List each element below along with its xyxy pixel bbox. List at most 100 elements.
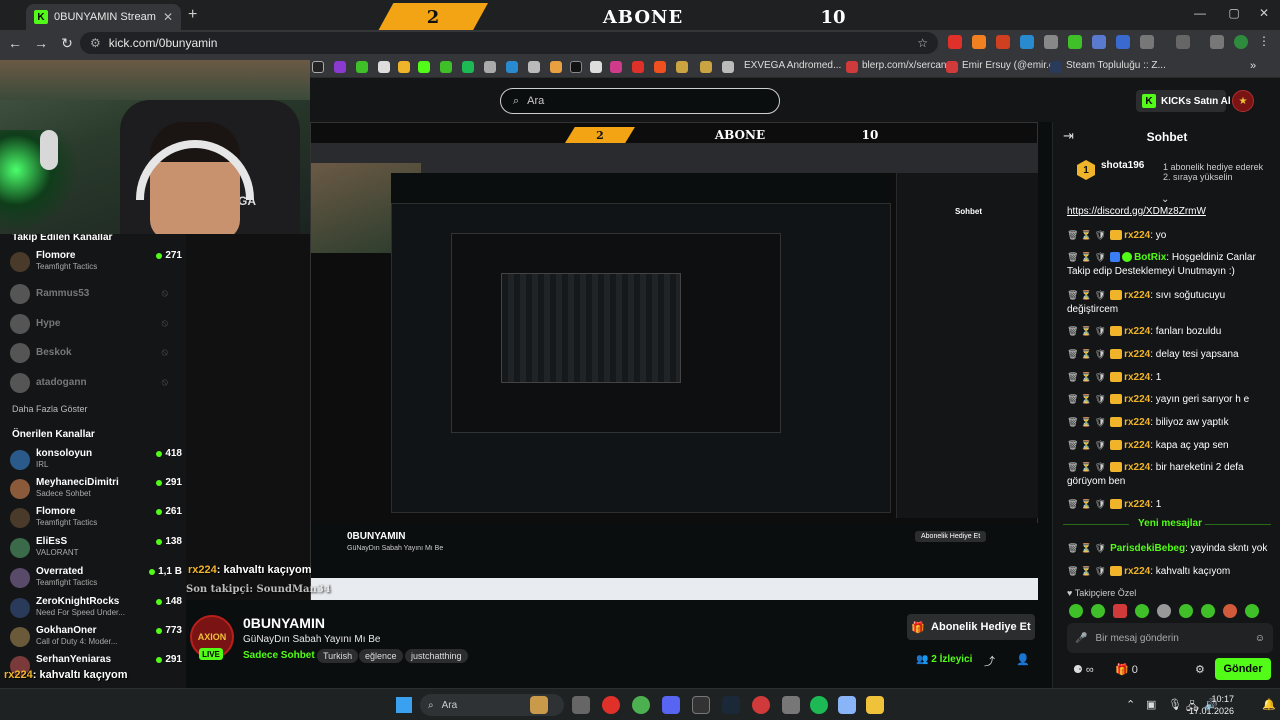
taskbar-app-icon[interactable] bbox=[752, 696, 770, 714]
sidebar-recommended-zeroknightrocks[interactable]: ZeroKnightRocks Need For Speed Under... … bbox=[10, 596, 182, 624]
bookmark-icon[interactable] bbox=[484, 61, 496, 73]
tray-chevron-icon[interactable]: ⌃ bbox=[1126, 698, 1135, 711]
bookmark-icon[interactable] bbox=[506, 61, 518, 73]
show-more-link[interactable]: Daha Fazla Göster bbox=[12, 404, 88, 414]
browser-tab[interactable]: K 0BUNYAMIN Stream - Watch Li... ✕ bbox=[26, 4, 181, 30]
sidebar-followed-rammus53[interactable]: Rammus53 ⦸ bbox=[10, 282, 182, 310]
sidebar-followed-beskok[interactable]: Beskok ⦸ bbox=[10, 341, 182, 369]
tab-close-icon[interactable]: ✕ bbox=[163, 10, 173, 24]
share-icon[interactable]: ⤴ bbox=[984, 653, 995, 669]
sidebar-followed-hype[interactable]: Hype ⦸ bbox=[10, 312, 182, 340]
sidebar-recommended-flomore[interactable]: Flomore Teamfight Tactics 261 bbox=[10, 506, 182, 534]
folder-icon[interactable] bbox=[700, 61, 712, 73]
back-icon[interactable]: ← bbox=[2, 35, 28, 51]
bookmark-emir[interactable]: Emir Ersuy (@emir.e... bbox=[962, 60, 1063, 71]
chat-settings-icon[interactable]: ⚙ bbox=[1195, 663, 1205, 676]
microphone-icon[interactable]: 🎙 bbox=[1168, 698, 1182, 711]
gift-count[interactable]: 🎁 0 bbox=[1115, 663, 1138, 676]
window-close-button[interactable]: ✕ bbox=[1244, 6, 1280, 20]
extension-icon[interactable] bbox=[996, 35, 1010, 49]
send-button[interactable]: Gönder bbox=[1215, 658, 1271, 680]
tag-turkish[interactable]: Turkish bbox=[317, 649, 359, 663]
url-bar[interactable]: ⚙ kick.com/0bunyamin ☆ bbox=[80, 32, 938, 54]
site-info-icon[interactable]: ⚙ bbox=[90, 36, 101, 50]
bookmark-star-icon[interactable]: ☆ bbox=[917, 36, 928, 50]
bookmark-icon[interactable] bbox=[550, 61, 562, 73]
emote-icon[interactable] bbox=[1157, 604, 1171, 618]
x-bookmark-icon[interactable] bbox=[312, 61, 324, 73]
youtube-bookmark-icon[interactable] bbox=[632, 61, 644, 73]
tag-eglence[interactable]: eğlence bbox=[359, 649, 403, 663]
tiktok-bookmark-icon[interactable] bbox=[570, 61, 582, 73]
stream-category[interactable]: Sadece Sohbet bbox=[243, 650, 315, 661]
epic-games-icon[interactable] bbox=[692, 696, 710, 714]
extension-icon[interactable] bbox=[1092, 35, 1106, 49]
new-tab-button[interactable]: + bbox=[188, 6, 197, 24]
emote-icon[interactable] bbox=[1069, 604, 1083, 618]
reddit-bookmark-icon[interactable] bbox=[654, 61, 666, 73]
steam-icon[interactable] bbox=[722, 696, 740, 714]
profile-avatar-icon[interactable] bbox=[1234, 35, 1248, 49]
bookmark-icon[interactable] bbox=[398, 61, 410, 73]
extension-icon[interactable] bbox=[1116, 35, 1130, 49]
bookmark-icon[interactable] bbox=[356, 61, 368, 73]
forward-icon[interactable]: → bbox=[28, 35, 54, 51]
channel-points[interactable]: ⚈ ∞ bbox=[1073, 663, 1094, 676]
folder-icon[interactable] bbox=[676, 61, 688, 73]
emoji-icon[interactable]: ☺ bbox=[1255, 633, 1265, 644]
pinned-username[interactable]: shota196 bbox=[1101, 160, 1144, 171]
channel-name[interactable]: 0BUNYAMIN bbox=[243, 615, 325, 631]
bookmark-exvega[interactable]: EXVEGA Andromed... bbox=[744, 60, 841, 71]
spotify-icon[interactable] bbox=[810, 696, 828, 714]
chat-input[interactable]: 🎤 Bir mesaj gönderin ☺ bbox=[1067, 623, 1273, 653]
windows-start-icon[interactable] bbox=[396, 697, 412, 713]
extension-icon[interactable] bbox=[1044, 35, 1058, 49]
sidebar-recommended-meyhanecidimitri[interactable]: MeyhaneciDimitri Sadece Sohbet 291 bbox=[10, 477, 182, 505]
extension-icon[interactable] bbox=[1068, 35, 1082, 49]
expand-pinned-icon[interactable]: ⌄ bbox=[1161, 194, 1169, 205]
more-bookmarks-icon[interactable]: » bbox=[1250, 60, 1256, 72]
file-explorer-icon[interactable] bbox=[866, 696, 884, 714]
settings-icon[interactable] bbox=[838, 696, 856, 714]
taskbar-clock[interactable]: 10:17 17.01.2026 bbox=[1189, 693, 1234, 717]
tray-app-icon[interactable]: ▣ bbox=[1146, 698, 1156, 711]
taskbar-app-icon[interactable] bbox=[572, 696, 590, 714]
bookmark-icon[interactable] bbox=[528, 61, 540, 73]
buy-kicks-button[interactable]: K KICKs Satın Al bbox=[1136, 90, 1231, 112]
notifications-icon[interactable]: 🔔 bbox=[1262, 698, 1276, 711]
extension-icon[interactable] bbox=[972, 35, 986, 49]
opera-icon[interactable] bbox=[602, 696, 620, 714]
bookmark-icon[interactable] bbox=[378, 61, 390, 73]
emote-icon[interactable] bbox=[1113, 604, 1127, 618]
emote-icon[interactable] bbox=[1245, 604, 1259, 618]
discord-icon[interactable] bbox=[662, 696, 680, 714]
discord-link[interactable]: https://discord.gg/XDMz8ZrmW bbox=[1067, 206, 1206, 217]
sidebar-recommended-overrated[interactable]: Overrated Teamfight Tactics 1,1 B bbox=[10, 566, 182, 594]
search-input[interactable]: ⌕ Ara bbox=[500, 88, 780, 114]
sidebar-followed-flomore[interactable]: Flomore Teamfight Tactics 271 bbox=[10, 250, 182, 278]
user-avatar[interactable]: ★ bbox=[1232, 90, 1254, 112]
instagram-bookmark-icon[interactable] bbox=[610, 61, 622, 73]
emote-icon[interactable] bbox=[1179, 604, 1193, 618]
bookmark-icon[interactable] bbox=[440, 61, 452, 73]
emote-icon[interactable] bbox=[1091, 604, 1105, 618]
sidebar-recommended-gokhanoner[interactable]: GokhanOner Call of Duty 4: Moder... 773 bbox=[10, 625, 182, 653]
reload-icon[interactable]: ↻ bbox=[54, 35, 80, 52]
extensions-puzzle-icon[interactable] bbox=[1140, 35, 1154, 49]
tag-justchatthing[interactable]: justchatthing bbox=[405, 649, 468, 663]
emote-icon[interactable] bbox=[1201, 604, 1215, 618]
gift-subscription-button[interactable]: 🎁 Abonelik Hediye Et bbox=[907, 614, 1035, 640]
browser-menu-icon[interactable]: ⋮ bbox=[1258, 34, 1270, 48]
twitch-bookmark-icon[interactable] bbox=[334, 61, 346, 73]
emote-icon[interactable] bbox=[1223, 604, 1237, 618]
sidebar-followed-atadogann[interactable]: atadogann ⦸ bbox=[10, 371, 182, 399]
folder-icon[interactable] bbox=[722, 61, 734, 73]
spotify-bookmark-icon[interactable] bbox=[462, 61, 474, 73]
extension-icon[interactable] bbox=[948, 35, 962, 49]
chrome-icon[interactable] bbox=[632, 696, 650, 714]
follow-icon[interactable]: 👤 bbox=[1016, 653, 1030, 666]
reading-list-icon[interactable] bbox=[1210, 35, 1224, 49]
emote-icon[interactable] bbox=[1135, 604, 1149, 618]
bookmark-blerp[interactable]: blerp.com/x/sercan... bbox=[862, 60, 955, 71]
taskbar-app-icon[interactable] bbox=[782, 696, 800, 714]
